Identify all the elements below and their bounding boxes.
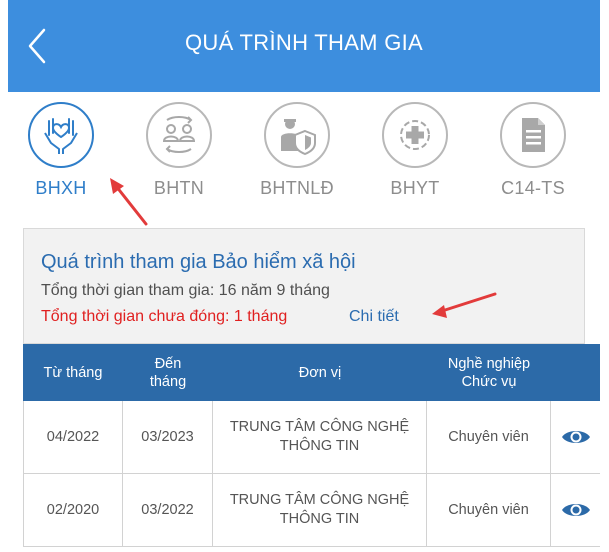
cell-unit: TRUNG TÂM CÔNG NGHỆ THÔNG TIN bbox=[213, 401, 427, 473]
tab-bhtn-label: BHTN bbox=[153, 178, 205, 198]
tab-bhxh-label: BHXH bbox=[35, 178, 87, 198]
cell-from: 02/2020 bbox=[23, 474, 123, 546]
document-icon bbox=[522, 118, 545, 152]
app-header: QUÁ TRÌNH THAM GIA bbox=[8, 0, 600, 92]
cell-to: 03/2023 bbox=[123, 401, 213, 473]
medical-cross-icon bbox=[400, 120, 430, 150]
view-detail-button[interactable] bbox=[551, 401, 600, 473]
eye-icon bbox=[561, 504, 590, 516]
cell-to: 03/2022 bbox=[123, 474, 213, 546]
tab-bhyt-icon-circle bbox=[382, 102, 448, 168]
table-header: Từ tháng Đến tháng Đơn vị Nghề nghiệp Ch… bbox=[23, 344, 600, 401]
tab-bhyt[interactable]: BHYT bbox=[365, 100, 465, 205]
participation-table: Từ tháng Đến tháng Đơn vị Nghề nghiệp Ch… bbox=[23, 344, 600, 547]
table-row: 02/2020 03/2022 TRUNG TÂM CÔNG NGHỆ THÔN… bbox=[23, 474, 600, 547]
view-detail-button[interactable] bbox=[551, 474, 600, 546]
table-row: 04/2022 03/2023 TRUNG TÂM CÔNG NGHỆ THÔN… bbox=[23, 401, 600, 474]
tab-c14-ts-icon-circle bbox=[500, 102, 566, 168]
tab-c14-ts-label: C14-TS bbox=[501, 178, 565, 198]
eye-icon bbox=[561, 431, 590, 443]
col-header-to: Đến tháng bbox=[149, 355, 187, 390]
worker-shield-icon bbox=[281, 119, 316, 156]
tab-bhxh[interactable]: BHXH bbox=[11, 100, 111, 205]
app-screen: QUÁ TRÌNH THAM GIA BHXH BHTN BHTNLĐ BHYT… bbox=[8, 0, 600, 552]
col-header-from: Từ tháng bbox=[43, 364, 103, 381]
tab-bhyt-label: BHYT bbox=[390, 178, 440, 198]
total-participation-time: Tổng thời gian tham gia: 16 năm 9 tháng bbox=[41, 282, 330, 299]
insurance-category-tabs: BHXH BHTN BHTNLĐ BHYT C14-TS bbox=[8, 100, 600, 210]
tab-bhtn[interactable]: BHTN bbox=[129, 100, 229, 205]
tab-bhtn-icon-circle bbox=[146, 102, 212, 168]
cell-job: Chuyên viên bbox=[427, 474, 551, 546]
tab-bhtnld-label: BHTNLĐ bbox=[260, 178, 334, 198]
page-title: QUÁ TRÌNH THAM GIA bbox=[184, 30, 424, 55]
heart-hands-icon bbox=[44, 118, 78, 154]
summary-title: Quá trình tham gia Bảo hiểm xã hội bbox=[41, 251, 356, 273]
col-header-job: Nghề nghiệp Chức vụ bbox=[447, 355, 531, 390]
cell-from: 04/2022 bbox=[23, 401, 123, 473]
people-exchange-icon bbox=[162, 116, 196, 153]
detail-link[interactable]: Chi tiết bbox=[349, 308, 399, 326]
cell-unit: TRUNG TÂM CÔNG NGHỆ THÔNG TIN bbox=[213, 474, 427, 546]
cell-job: Chuyên viên bbox=[427, 401, 551, 473]
tab-bhtnld[interactable]: BHTNLĐ bbox=[247, 100, 347, 205]
tab-bhxh-icon-circle bbox=[28, 102, 94, 168]
participation-summary: Quá trình tham gia Bảo hiểm xã hội Tổng … bbox=[23, 228, 585, 344]
tab-c14-ts[interactable]: C14-TS bbox=[483, 100, 583, 205]
tab-bhtnld-icon-circle bbox=[264, 102, 330, 168]
unpaid-time: Tổng thời gian chưa đóng: 1 tháng bbox=[41, 308, 288, 325]
col-header-action bbox=[551, 344, 600, 401]
col-header-unit: Đơn vị bbox=[298, 364, 342, 381]
